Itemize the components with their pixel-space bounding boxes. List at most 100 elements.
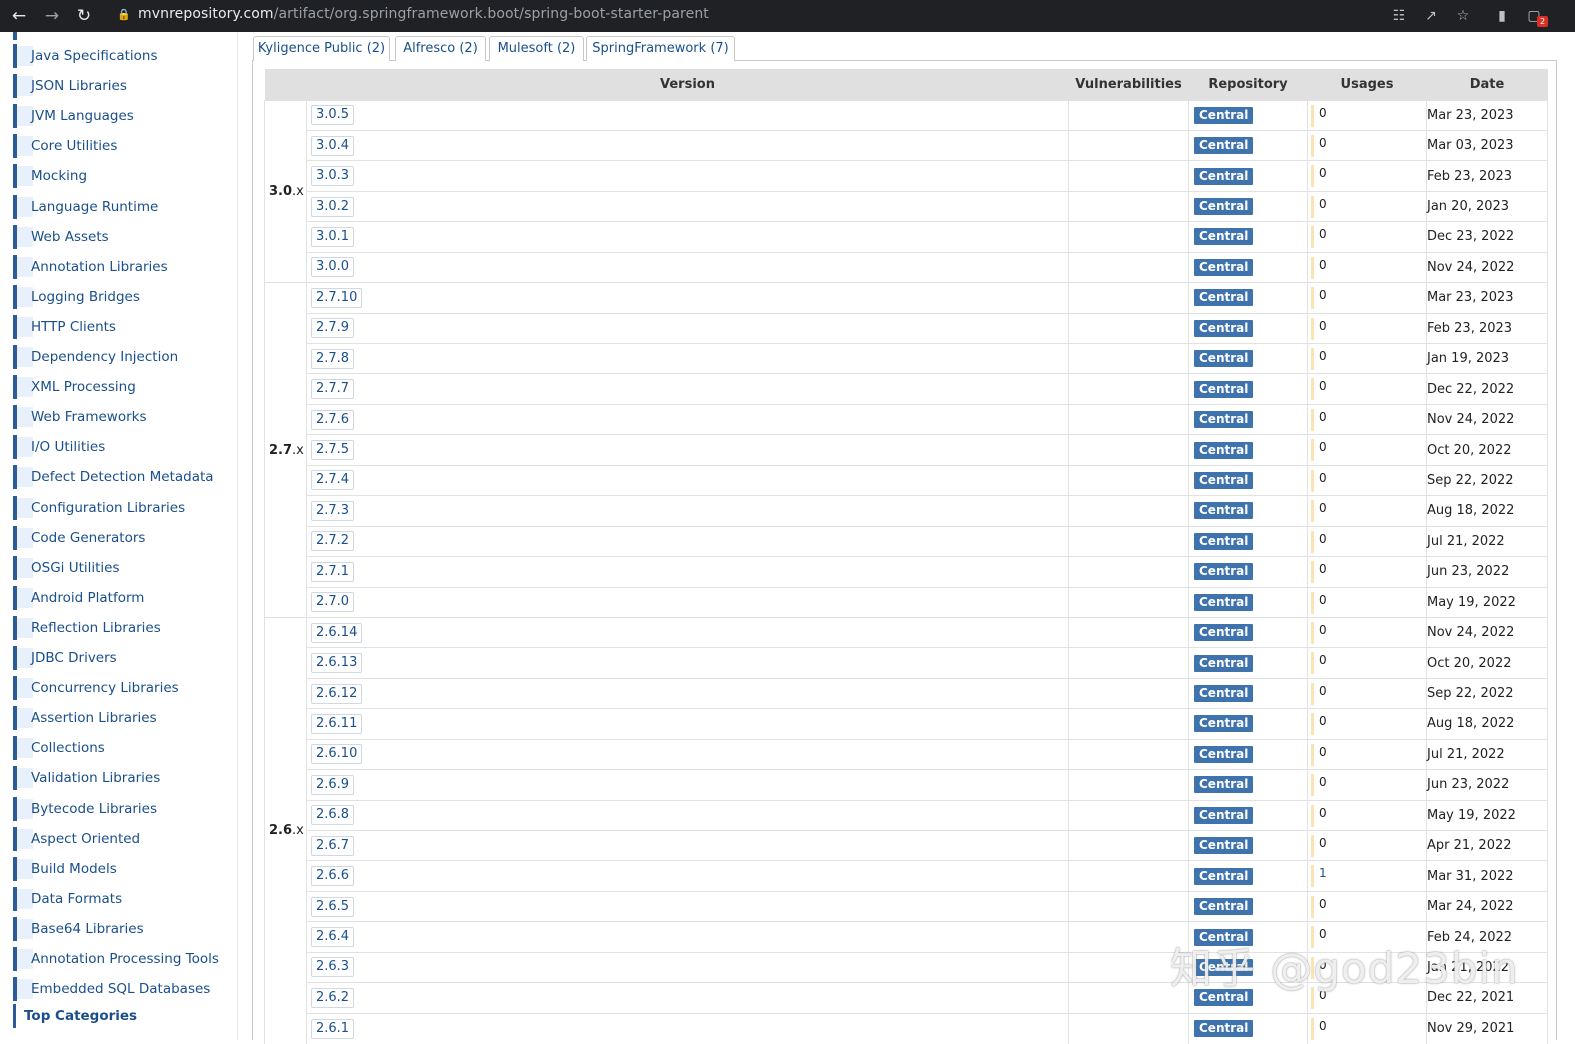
- version-link[interactable]: 2.7.9: [311, 318, 355, 339]
- bookmark-star-icon[interactable]: ☆: [1450, 0, 1476, 32]
- sidebar-item[interactable]: Base64 Libraries: [13, 916, 233, 941]
- version-link[interactable]: 3.0.4: [311, 135, 355, 156]
- share-icon[interactable]: ↗: [1418, 0, 1444, 32]
- repository-badge[interactable]: Central: [1194, 1020, 1254, 1038]
- sidebar-item[interactable]: Android Platform: [13, 585, 233, 610]
- tab-mulesoft[interactable]: Mulesoft (2): [489, 36, 584, 61]
- forward-icon[interactable]: →: [37, 0, 67, 32]
- sidebar-item[interactable]: Mocking: [13, 164, 233, 189]
- sidebar-item[interactable]: Web Frameworks: [13, 405, 233, 430]
- repository-badge[interactable]: Central: [1194, 289, 1254, 307]
- sidebar-item[interactable]: Annotation Processing Tools: [13, 947, 233, 971]
- sidebar-item[interactable]: Java Specifications: [13, 44, 233, 68]
- sidebar-item[interactable]: Annotation Libraries: [13, 254, 233, 279]
- sidebar-item[interactable]: JDBC Drivers: [13, 646, 233, 670]
- version-link[interactable]: 2.6.6: [311, 866, 355, 887]
- repository-badge[interactable]: Central: [1194, 715, 1254, 733]
- reload-icon[interactable]: ↻: [69, 0, 99, 32]
- repository-badge[interactable]: Central: [1194, 806, 1254, 824]
- sidebar-item[interactable]: Logging Bridges: [13, 284, 233, 309]
- repository-badge[interactable]: Central: [1194, 654, 1254, 672]
- tab-kyligence[interactable]: Kyligence Public (2): [253, 36, 390, 61]
- sidebar-item[interactable]: Reflection Libraries: [13, 615, 233, 640]
- sidebar-item[interactable]: Aspect Oriented: [13, 826, 233, 851]
- version-link[interactable]: 2.7.3: [311, 500, 355, 521]
- sidebar-item[interactable]: Configuration Libraries: [13, 495, 233, 520]
- version-link[interactable]: 2.6.1: [311, 1018, 355, 1039]
- repository-badge[interactable]: Central: [1194, 745, 1254, 763]
- address-bar[interactable]: mvnrepository.com/artifact/org.springfra…: [138, 6, 709, 22]
- version-link[interactable]: 2.7.7: [311, 379, 355, 400]
- repository-badge[interactable]: Central: [1194, 867, 1254, 885]
- version-link[interactable]: 2.6.3: [311, 957, 355, 978]
- tab-alfresco[interactable]: Alfresco (2): [395, 36, 486, 61]
- sidebar-item[interactable]: Web Assets: [13, 224, 233, 249]
- version-link[interactable]: 2.6.4: [311, 927, 355, 948]
- sidebar-item[interactable]: JVM Languages: [13, 104, 233, 129]
- repository-badge[interactable]: Central: [1194, 137, 1254, 155]
- repository-badge[interactable]: Central: [1194, 471, 1254, 489]
- repository-badge[interactable]: Central: [1194, 228, 1254, 246]
- sidebar-item[interactable]: Concurrency Libraries: [13, 676, 233, 701]
- sidebar-item[interactable]: JSON Libraries: [13, 74, 233, 99]
- version-link[interactable]: 2.6.11: [311, 713, 363, 734]
- repository-badge[interactable]: Central: [1194, 593, 1254, 611]
- sidebar-item[interactable]: Defect Detection Metadata: [13, 465, 233, 490]
- version-link[interactable]: 2.6.13: [311, 653, 363, 674]
- repository-badge[interactable]: Central: [1194, 258, 1254, 276]
- usage-count[interactable]: 1: [1319, 866, 1327, 880]
- sidebar-item[interactable]: Dependency Injection: [13, 345, 233, 369]
- version-link[interactable]: 2.7.6: [311, 409, 355, 430]
- repository-badge[interactable]: Central: [1194, 441, 1254, 459]
- version-link[interactable]: 2.7.2: [311, 531, 355, 552]
- sidebar-item[interactable]: Language Runtime: [13, 194, 233, 219]
- sidebar-item[interactable]: Assertion Libraries: [13, 706, 233, 731]
- sidebar-item[interactable]: Build Models: [13, 856, 233, 881]
- top-categories-link[interactable]: Top Categories: [13, 1004, 233, 1028]
- version-link[interactable]: 2.6.8: [311, 805, 355, 826]
- version-link[interactable]: 2.6.2: [311, 987, 355, 1008]
- sidebar-item[interactable]: Validation Libraries: [13, 766, 233, 791]
- version-link[interactable]: 2.6.9: [311, 774, 355, 795]
- version-link[interactable]: 2.7.10: [311, 287, 363, 308]
- sidebar-item[interactable]: Data Formats: [13, 886, 233, 911]
- repository-badge[interactable]: Central: [1194, 319, 1254, 337]
- version-link[interactable]: 2.6.5: [311, 896, 355, 917]
- repository-badge[interactable]: Central: [1194, 167, 1254, 185]
- version-link[interactable]: 2.7.1: [311, 561, 355, 582]
- repository-badge[interactable]: Central: [1194, 776, 1254, 794]
- version-link[interactable]: 2.7.0: [311, 592, 355, 613]
- version-link[interactable]: 3.0.0: [311, 257, 355, 278]
- repository-badge[interactable]: Central: [1194, 898, 1254, 916]
- version-link[interactable]: 2.7.5: [311, 440, 355, 461]
- sidebar-item[interactable]: OSGi Utilities: [13, 555, 233, 580]
- repository-badge[interactable]: Central: [1194, 563, 1254, 581]
- sidebar-item[interactable]: Core Utilities: [13, 134, 233, 159]
- repository-badge[interactable]: Central: [1194, 837, 1254, 855]
- version-link[interactable]: 2.6.12: [311, 683, 363, 704]
- repository-badge[interactable]: Central: [1194, 380, 1254, 398]
- repository-badge[interactable]: Central: [1194, 350, 1254, 368]
- sidebar-item[interactable]: XML Processing: [13, 375, 233, 400]
- extension-icon[interactable]: ▮: [1489, 0, 1515, 32]
- version-link[interactable]: 2.7.8: [311, 348, 355, 369]
- sidebar-item[interactable]: HTTP Clients: [13, 314, 233, 339]
- sidebar-item[interactable]: Code Generators: [13, 525, 233, 550]
- version-link[interactable]: 2.6.10: [311, 744, 363, 765]
- repository-badge[interactable]: Central: [1194, 106, 1254, 124]
- version-link[interactable]: 3.0.1: [311, 226, 355, 247]
- repository-badge[interactable]: Central: [1194, 502, 1254, 520]
- repository-badge[interactable]: Central: [1194, 411, 1254, 429]
- version-link[interactable]: 3.0.2: [311, 196, 355, 217]
- repository-badge[interactable]: Central: [1194, 532, 1254, 550]
- repository-badge[interactable]: Central: [1194, 685, 1254, 703]
- sidebar-item[interactable]: Bytecode Libraries: [13, 796, 233, 821]
- sidebar-item[interactable]: Collections: [13, 736, 233, 761]
- version-link[interactable]: 3.0.3: [311, 166, 355, 187]
- version-link[interactable]: 2.7.4: [311, 470, 355, 491]
- back-icon[interactable]: ←: [4, 0, 34, 32]
- version-link[interactable]: 2.6.14: [311, 622, 363, 643]
- version-link[interactable]: 2.6.7: [311, 835, 355, 856]
- version-link[interactable]: 3.0.5: [311, 105, 355, 126]
- translate-icon[interactable]: ☷: [1386, 0, 1412, 32]
